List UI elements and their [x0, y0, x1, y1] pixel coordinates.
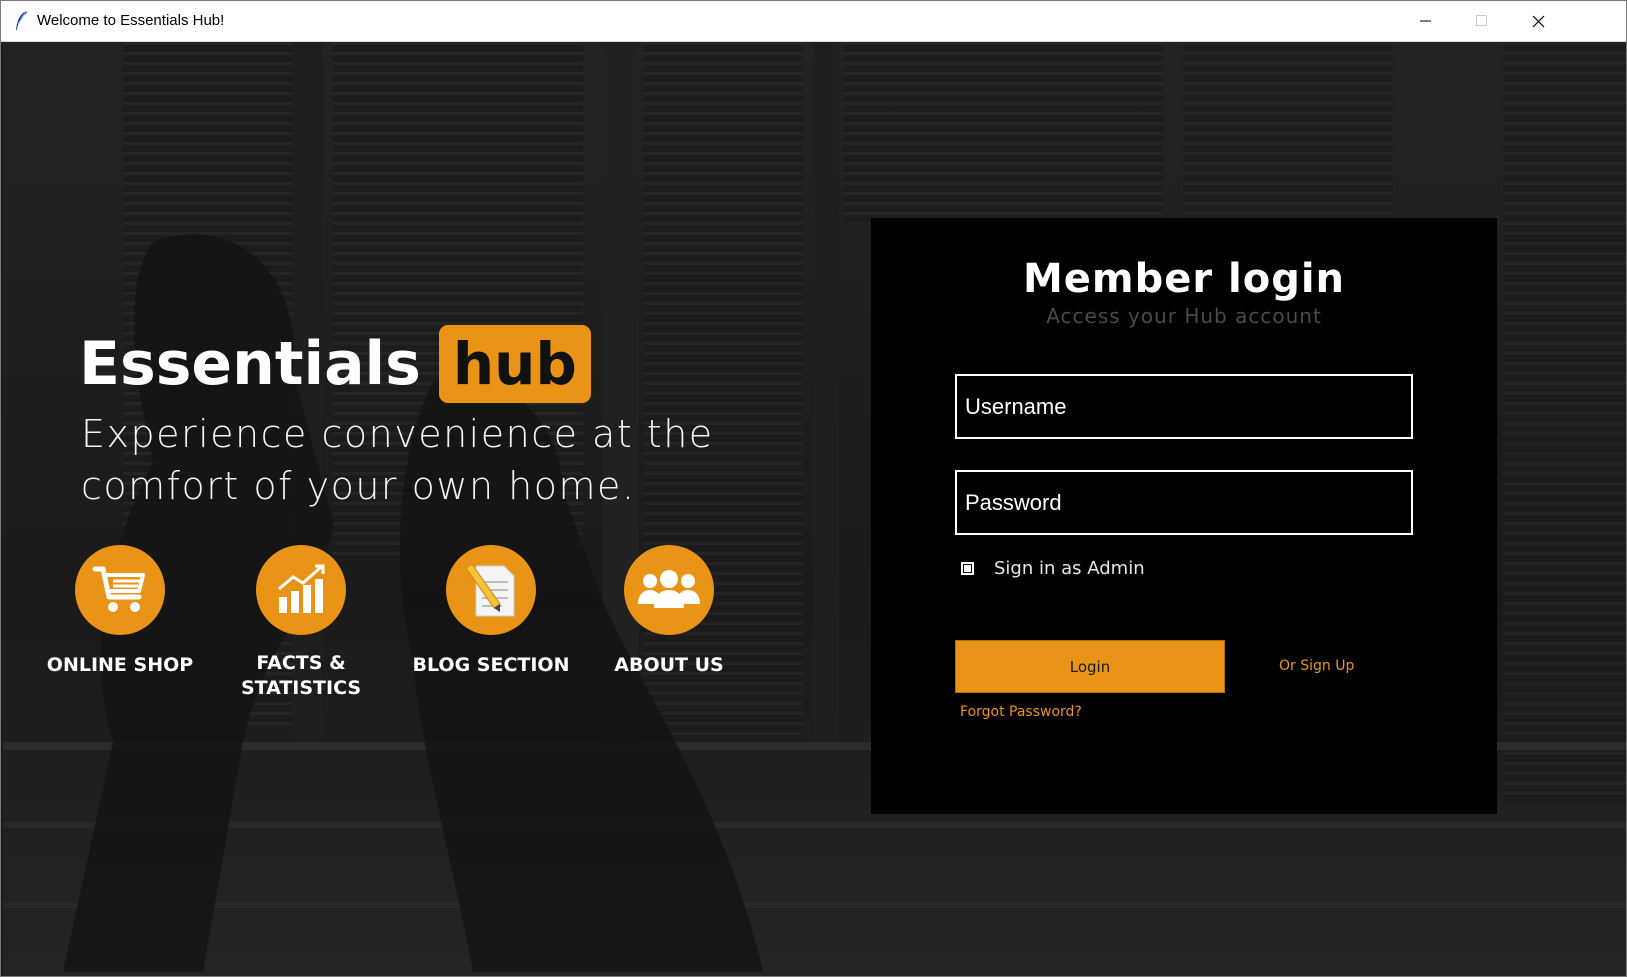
close-icon: [1532, 15, 1545, 28]
signup-link[interactable]: Or Sign Up: [1279, 658, 1354, 674]
forgot-password-link[interactable]: Forgot Password?: [960, 704, 1082, 720]
feature-blog-section[interactable]: BLOG SECTION: [391, 545, 591, 678]
checkbox-mark: [964, 565, 971, 572]
app-window: Welcome to Essentials Hub! Essentials hu…: [0, 0, 1627, 977]
main-content: Essentials hub Experience convenience at…: [3, 42, 1626, 976]
minimize-icon: [1420, 15, 1432, 27]
brand-logo: Essentials hub: [79, 324, 591, 404]
login-subtitle: Access your Hub account: [1046, 304, 1322, 328]
window-title: Welcome to Essentials Hub!: [37, 12, 225, 29]
login-panel: Member login Access your Hub account Sig…: [871, 218, 1497, 814]
title-bar: Welcome to Essentials Hub!: [1, 1, 1626, 42]
admin-label: Sign in as Admin: [994, 558, 1145, 579]
minimize-button[interactable]: [1397, 1, 1455, 41]
login-title: Member login: [1022, 256, 1346, 302]
maximize-button[interactable]: [1453, 1, 1511, 41]
brand-badge-text: hub: [452, 330, 577, 398]
shopping-cart-icon: [75, 545, 165, 635]
username-input[interactable]: [957, 376, 1405, 437]
brand-name: Essentials: [79, 329, 421, 399]
bar-chart-icon: [256, 545, 346, 635]
admin-option[interactable]: Sign in as Admin: [961, 558, 1145, 579]
feature-label: FACTS & STATISTICS: [240, 652, 362, 699]
username-field[interactable]: [955, 374, 1413, 439]
maximize-icon: [1476, 15, 1488, 27]
feature-about-us[interactable]: ABOUT US: [569, 545, 769, 678]
brand-badge: hub: [438, 325, 591, 403]
feather-icon: [13, 10, 29, 32]
feature-facts-statistics[interactable]: FACTS & STATISTICS: [201, 545, 401, 701]
feature-online-shop[interactable]: ONLINE SHOP: [20, 545, 220, 678]
group-icon: [624, 545, 714, 635]
login-button[interactable]: Login: [955, 640, 1225, 693]
document-pencil-icon: [446, 545, 536, 635]
feature-label: ONLINE SHOP: [46, 654, 194, 676]
tagline: Experience convenience at the comfort of…: [81, 412, 714, 508]
password-field[interactable]: [955, 470, 1413, 535]
feature-label: ABOUT US: [614, 654, 724, 676]
admin-checkbox[interactable]: [961, 562, 974, 575]
feature-label: BLOG SECTION: [412, 654, 570, 676]
close-button[interactable]: [1509, 1, 1567, 41]
password-input[interactable]: [957, 472, 1405, 533]
